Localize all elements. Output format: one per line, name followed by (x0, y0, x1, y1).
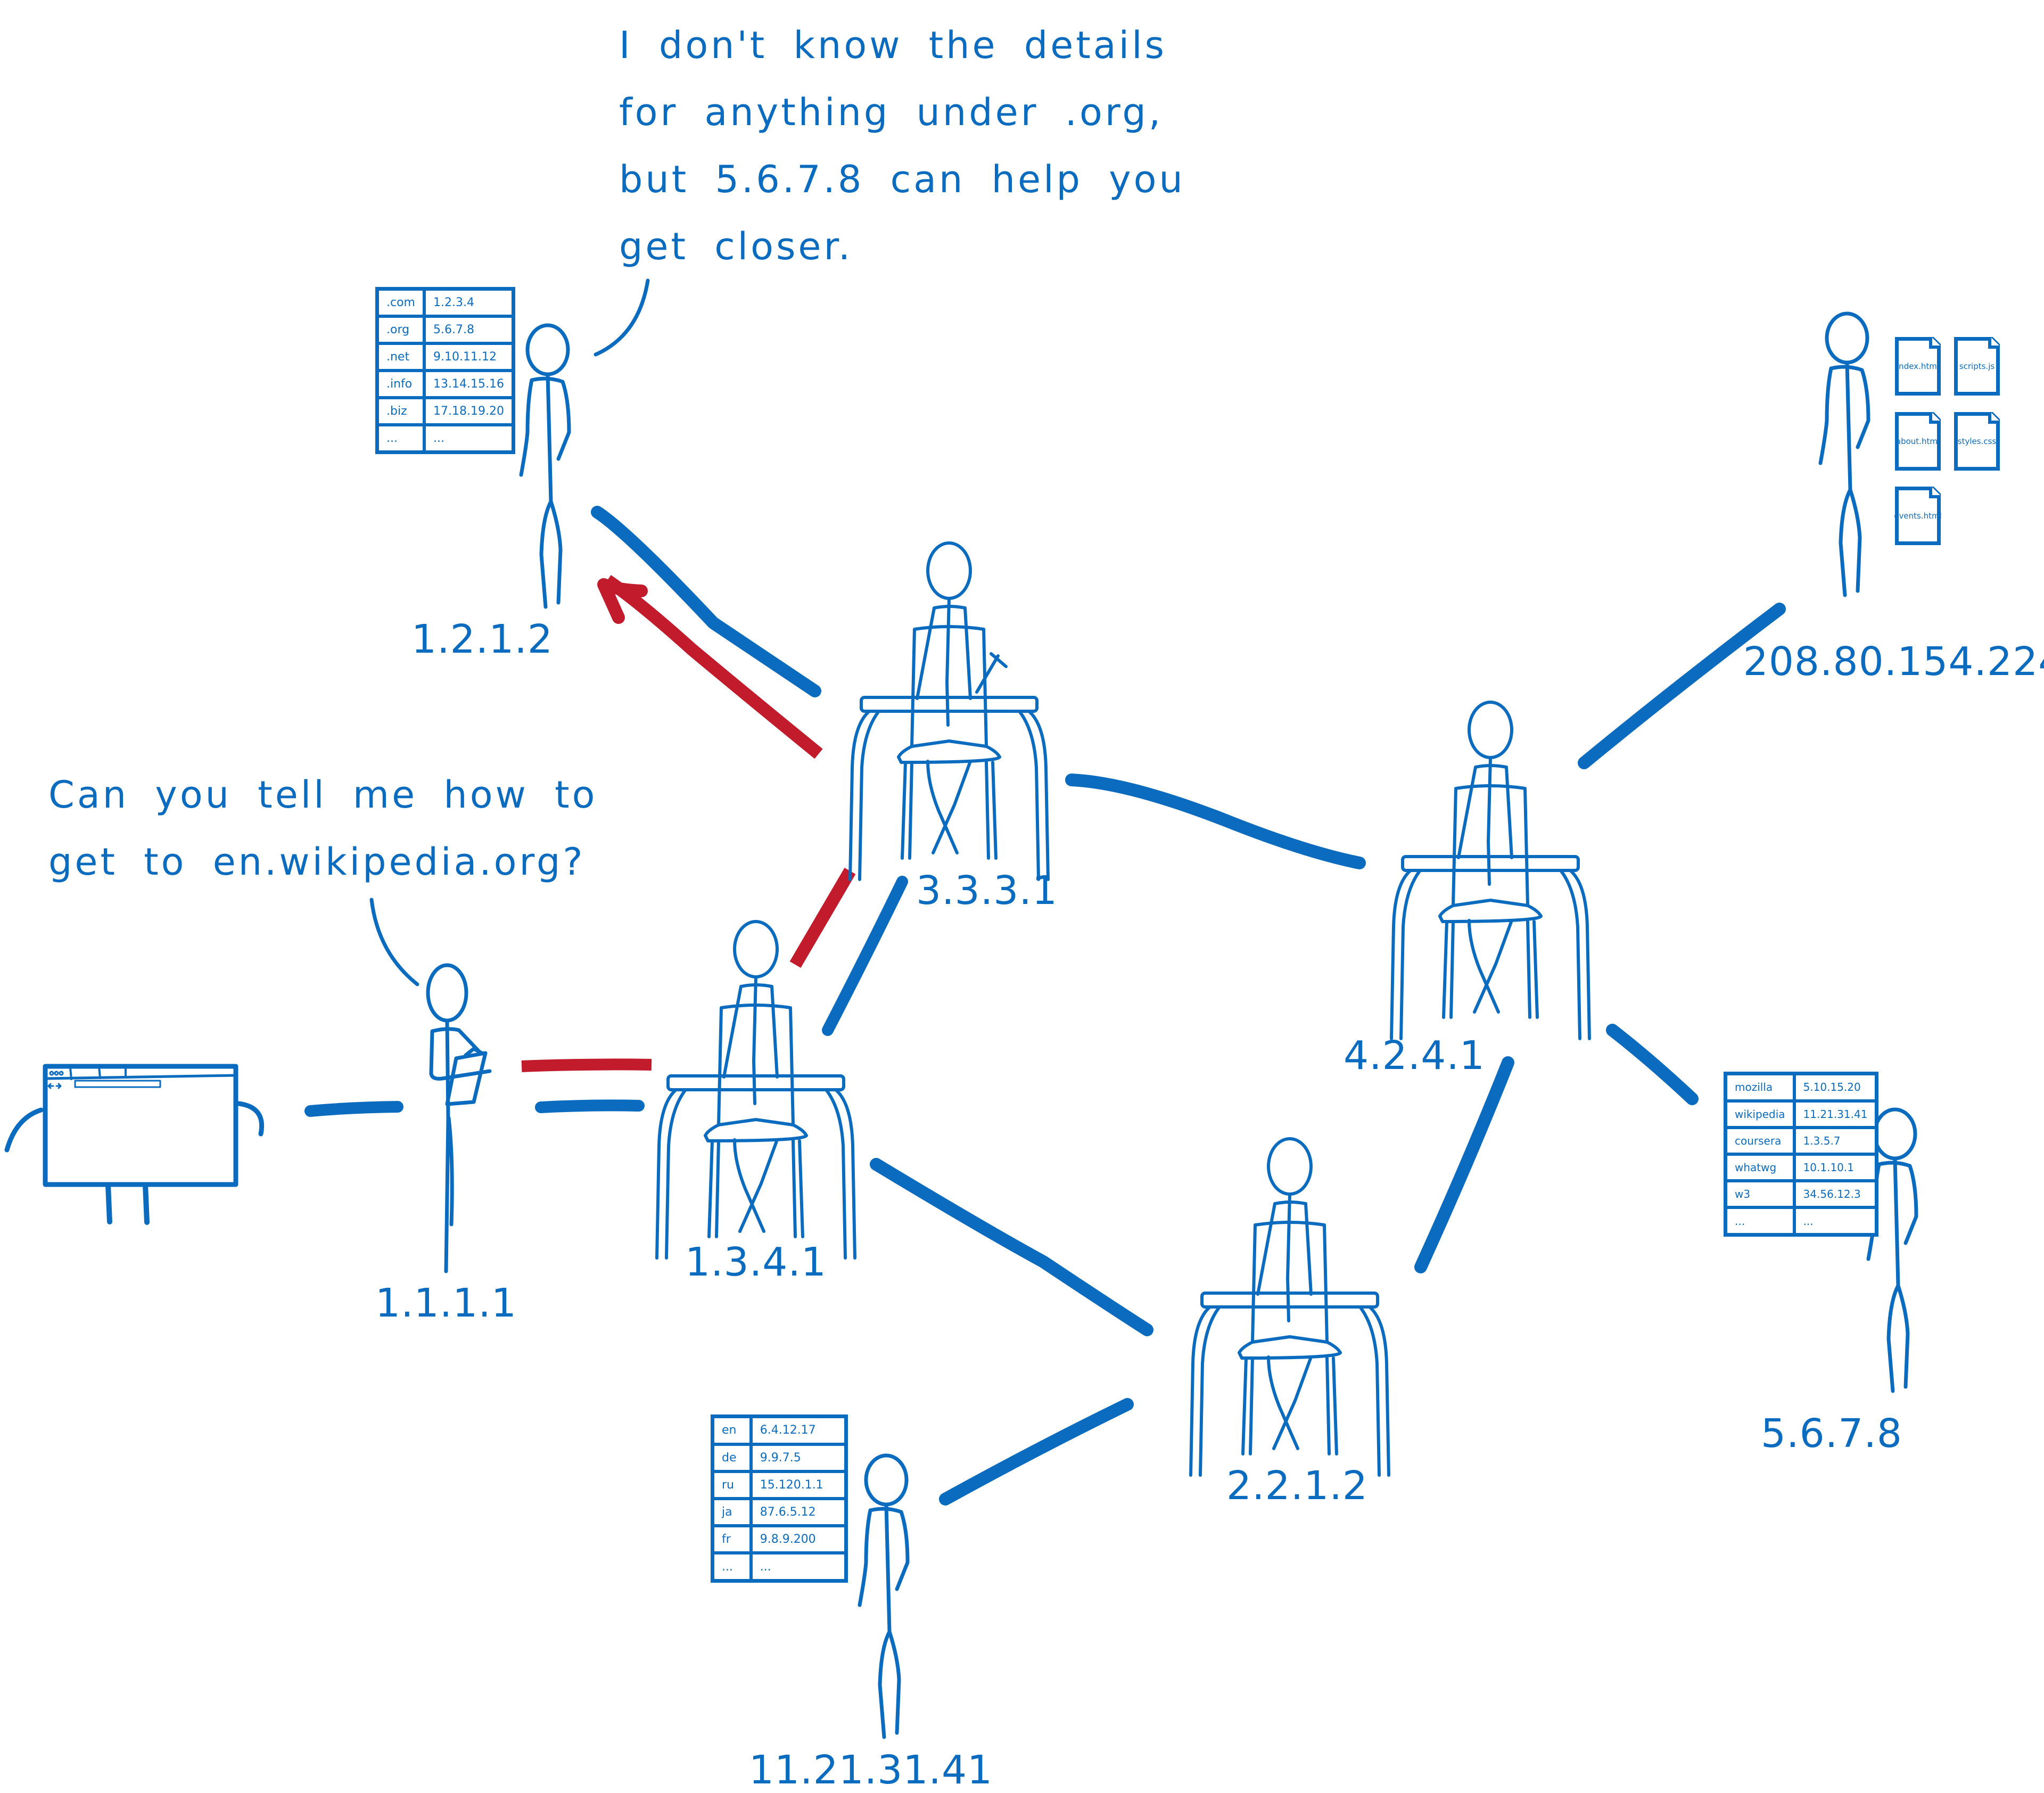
domain-cell: en (711, 1414, 753, 1446)
domain-cell: w3 (1724, 1179, 1796, 1210)
router-a-desk-person-icon (657, 922, 855, 1258)
browser-window-icon (4, 1064, 265, 1225)
table-row: whatwg 10.1.10.1 (1724, 1152, 1878, 1183)
file-name: scripts.js (1959, 361, 1995, 371)
tld-server-label: 5.6.7.8 (1761, 1411, 1902, 1457)
domain-cell: ru (711, 1469, 753, 1500)
table-row: coursera 1.3.5.7 (1724, 1125, 1878, 1156)
address-cell: 10.1.10.1 (1792, 1152, 1878, 1183)
web-server-person-icon (1820, 314, 1868, 595)
web-server-label: 208.80.154.224 (1743, 639, 2044, 685)
domain-cell: ... (375, 423, 426, 454)
speech-line: I don't know the details (619, 23, 1167, 67)
address-cell: 15.120.1.1 (749, 1469, 848, 1500)
address-cell: 5.6.7.8 (422, 315, 515, 346)
router-c-desk-person-icon (1391, 702, 1589, 1039)
address-cell: 87.6.5.12 (749, 1496, 848, 1528)
domain-cell: .net (375, 342, 426, 372)
resolver-speech: Can you tell me how to get to en.wikiped… (48, 761, 597, 895)
domain-cell: .biz (375, 396, 426, 426)
address-cell: 9.9.7.5 (749, 1442, 848, 1473)
authoritative-server-person-icon (860, 1455, 908, 1737)
table-row: .info 13.14.15.16 (375, 368, 515, 399)
address-cell: 17.18.19.20 (422, 396, 515, 426)
address-cell: 11.21.31.41 (1792, 1099, 1878, 1129)
table-row: en 6.4.12.17 (711, 1414, 848, 1446)
address-cell: 1.2.3.4 (422, 287, 515, 318)
resolver-person-icon (426, 963, 492, 1273)
address-cell: 1.3.5.7 (1792, 1125, 1878, 1156)
table-row: wikipedia 11.21.31.41 (1724, 1099, 1878, 1129)
domain-cell: de (711, 1442, 753, 1473)
table-row: ...... (1724, 1206, 1878, 1237)
domain-cell: mozilla (1724, 1072, 1796, 1103)
domain-cell: ja (711, 1496, 753, 1528)
address-cell: ... (749, 1551, 848, 1583)
domain-cell: .org (375, 315, 426, 346)
speech-line: Can you tell me how to (48, 773, 598, 817)
address-cell: 13.14.15.16 (422, 368, 515, 399)
table-row: w3 34.56.12.3 (1724, 1179, 1878, 1210)
root-zone-table: .com 1.2.3.4 .org 5.6.7.8 .net 9.10.11.12 .inf… (375, 287, 515, 454)
root-server-label: 1.2.1.2 (411, 616, 553, 662)
domain-cell: whatwg (1724, 1152, 1796, 1183)
router-d-desk-person-icon (1191, 1139, 1389, 1475)
table-row: ...... (375, 423, 515, 454)
table-row: ja 87.6.5.12 (711, 1496, 848, 1528)
table-row: fr 9.8.9.200 (711, 1524, 848, 1555)
resolver-label: 1.1.1.1 (375, 1280, 517, 1326)
pencil-icon (975, 652, 1008, 694)
domain-cell: ... (711, 1551, 753, 1583)
domain-cell: .info (375, 368, 426, 399)
speech-line: get closer. (619, 225, 853, 268)
dns-diagram: I don't know the details for anything un… (0, 0, 2044, 1793)
domain-cell: coursera (1724, 1125, 1796, 1156)
address-cell: 9.10.11.12 (422, 342, 515, 372)
domain-cell: wikipedia (1724, 1099, 1796, 1129)
file-icon: scripts.js (1954, 337, 2000, 396)
root-server-speech: I don't know the details for anything un… (619, 12, 1185, 280)
file-icon: events.html (1894, 487, 1942, 545)
wikipedia-zone-table: en 6.4.12.17 de 9.9.7.5 ru 15.120.1.1 ja 87.6.5… (711, 1414, 848, 1583)
file-icon: styles.css (1954, 412, 2000, 471)
speech-line: get to en.wikipedia.org? (48, 840, 586, 884)
address-cell: 9.8.9.200 (749, 1524, 848, 1555)
speech-line: for anything under .org, (619, 91, 1164, 134)
org-zone-table: mozilla 5.10.15.20 wikipedia 11.21.31.41 cou… (1724, 1072, 1879, 1237)
table-row: .com 1.2.3.4 (375, 287, 515, 318)
router-c-label: 4.2.4.1 (1344, 1033, 1485, 1079)
file-name: about.html (1895, 437, 1940, 446)
file-name: styles.css (1957, 437, 1997, 446)
address-cell: ... (1792, 1206, 1878, 1237)
table-row: .org 5.6.7.8 (375, 315, 515, 346)
table-row: mozilla 5.10.15.20 (1724, 1072, 1878, 1103)
speech-line: but 5.6.7.8 can help you (619, 158, 1185, 201)
address-cell: 34.56.12.3 (1792, 1179, 1878, 1210)
table-row: .net 9.10.11.12 (375, 342, 515, 372)
table-row: ru 15.120.1.1 (711, 1469, 848, 1500)
authoritative-server-label: 11.21.31.41 (748, 1747, 993, 1793)
address-cell: 6.4.12.17 (749, 1414, 848, 1446)
router-d-label: 2.2.1.2 (1226, 1463, 1368, 1509)
file-icon: about.html (1895, 412, 1941, 471)
router-a-label: 1.3.4.1 (685, 1239, 827, 1285)
table-row: ...... (711, 1551, 848, 1583)
address-cell: ... (422, 423, 515, 454)
domain-cell: fr (711, 1524, 753, 1555)
file-name: index.html (1897, 361, 1939, 371)
domain-cell: ... (1724, 1206, 1796, 1237)
file-icon: index.html (1895, 337, 1941, 396)
table-row: de 9.9.7.5 (711, 1442, 848, 1473)
router-b-desk-person-icon (850, 543, 1048, 879)
table-row: .biz 17.18.19.20 (375, 396, 515, 426)
domain-cell: .com (375, 287, 426, 318)
file-name: events.html (1894, 511, 1942, 521)
router-b-label: 3.3.3.1 (916, 868, 1058, 914)
address-cell: 5.10.15.20 (1792, 1072, 1878, 1103)
root-server-person-icon (521, 325, 569, 607)
